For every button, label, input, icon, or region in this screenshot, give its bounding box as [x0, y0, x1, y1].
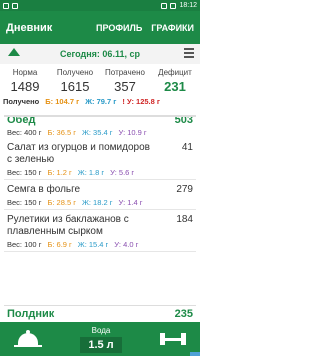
food-protein: Б: 28.5 г: [47, 198, 76, 207]
macros-fat: Ж: 79.7 г: [85, 97, 117, 106]
received-macros: Получено Б: 104.7 г Ж: 79.7 г ! У: 125.8…: [0, 94, 200, 106]
meal-title: Обед: [7, 117, 36, 126]
food-item[interactable]: Салат из огурцов и помидоров с зеленью 4…: [4, 138, 196, 180]
day-bar: Сегодня: 06.11, ср: [0, 44, 200, 64]
header-norm: Норма: [12, 68, 38, 77]
summary-values: 1489 1615 357 231: [0, 77, 200, 94]
snack-header[interactable]: Полдник 235: [4, 305, 196, 322]
snack-kcal: 235: [174, 308, 193, 320]
app-notification-icon: [12, 2, 18, 9]
notification-icon: [3, 2, 9, 9]
header-spent: Потрачено: [105, 68, 145, 77]
food-kcal: 184: [176, 214, 193, 225]
battery-icon: [170, 2, 177, 9]
meal-fat: Ж: 35.4 г: [81, 128, 113, 137]
wifi-icon: [161, 2, 168, 9]
food-protein: Б: 1.2 г: [47, 168, 72, 177]
food-kcal: 41: [181, 142, 193, 153]
app-bar: Дневник ПРОФИЛЬ ГРАФИКИ: [0, 11, 200, 44]
meal-protein: Б: 36.5 г: [47, 128, 76, 137]
food-carbs: У: 4.0 г: [114, 240, 139, 249]
value-received: 1615: [60, 79, 90, 94]
add-activity-icon[interactable]: [160, 332, 186, 346]
status-icons-left: [3, 2, 18, 9]
meal-kcal: 503: [174, 117, 193, 126]
macros-protein: Б: 104.7 г: [45, 97, 80, 106]
water-tracker[interactable]: Вода 1.5 л: [80, 325, 122, 353]
food-fat: Ж: 1.8 г: [77, 168, 105, 177]
summary-headers: Норма Получено Потрачено Дефицит: [0, 64, 200, 77]
snack-title: Полдник: [7, 308, 55, 320]
food-carbs: У: 1.4 г: [118, 198, 143, 207]
meal-carbs: У: 10.9 г: [118, 128, 147, 137]
macros-label: Получено: [3, 97, 40, 106]
water-value[interactable]: 1.5 л: [80, 336, 122, 353]
food-weight: Вес: 150 г: [7, 198, 42, 207]
app-tabs: ПРОФИЛЬ ГРАФИКИ: [96, 23, 194, 33]
value-deficit: 231: [164, 79, 186, 94]
status-icons-right: 18:12: [161, 2, 197, 9]
meal-header[interactable]: Обед 503: [4, 117, 196, 127]
status-time: 18:12: [179, 2, 197, 9]
list-menu-icon[interactable]: [184, 48, 194, 58]
macros-carbs: ! У: 125.8 г: [122, 97, 161, 106]
add-food-icon[interactable]: [14, 329, 42, 349]
header-received: Получено: [56, 68, 94, 77]
food-fat: Ж: 15.4 г: [77, 240, 109, 249]
day-label[interactable]: Сегодня: 06.11, ср: [60, 49, 140, 59]
food-name: Салат из огурцов и помидоров с зеленью: [7, 142, 150, 165]
food-protein: Б: 6.9 г: [47, 240, 72, 249]
ad-banner[interactable]: [190, 352, 200, 356]
meal-macros: Вес: 400 г Б: 36.5 г Ж: 35.4 г У: 10.9 г: [4, 127, 196, 138]
food-item[interactable]: Рулетики из баклажанов с плавленным сырк…: [4, 210, 196, 252]
food-weight: Вес: 100 г: [7, 240, 42, 249]
status-bar: 18:12: [0, 0, 200, 11]
tab-charts[interactable]: ГРАФИКИ: [151, 23, 194, 33]
tab-profile[interactable]: ПРОФИЛЬ: [96, 23, 142, 33]
meal-list[interactable]: Обед 503 Вес: 400 г Б: 36.5 г Ж: 35.4 г …: [4, 115, 196, 305]
value-norm: 1489: [10, 79, 40, 94]
food-name: Семга в фольге: [7, 184, 81, 195]
food-fat: Ж: 18.2 г: [81, 198, 113, 207]
value-spent: 357: [114, 79, 136, 94]
bottom-bar: Вода 1.5 л: [0, 322, 200, 356]
water-label: Вода: [91, 325, 111, 335]
daily-summary: Норма Получено Потрачено Дефицит 1489 16…: [0, 64, 200, 114]
food-item[interactable]: Семга в фольге 279 Вес: 150 г Б: 28.5 г …: [4, 180, 196, 210]
meal-weight: Вес: 400 г: [7, 128, 42, 137]
food-weight: Вес: 150 г: [7, 168, 42, 177]
food-carbs: У: 5.6 г: [110, 168, 135, 177]
app-title[interactable]: Дневник: [6, 22, 52, 34]
previous-day-icon[interactable]: [8, 48, 20, 56]
food-kcal: 279: [176, 184, 193, 195]
header-deficit: Дефицит: [158, 68, 192, 77]
food-name: Рулетики из баклажанов с плавленным сырк…: [7, 214, 129, 237]
